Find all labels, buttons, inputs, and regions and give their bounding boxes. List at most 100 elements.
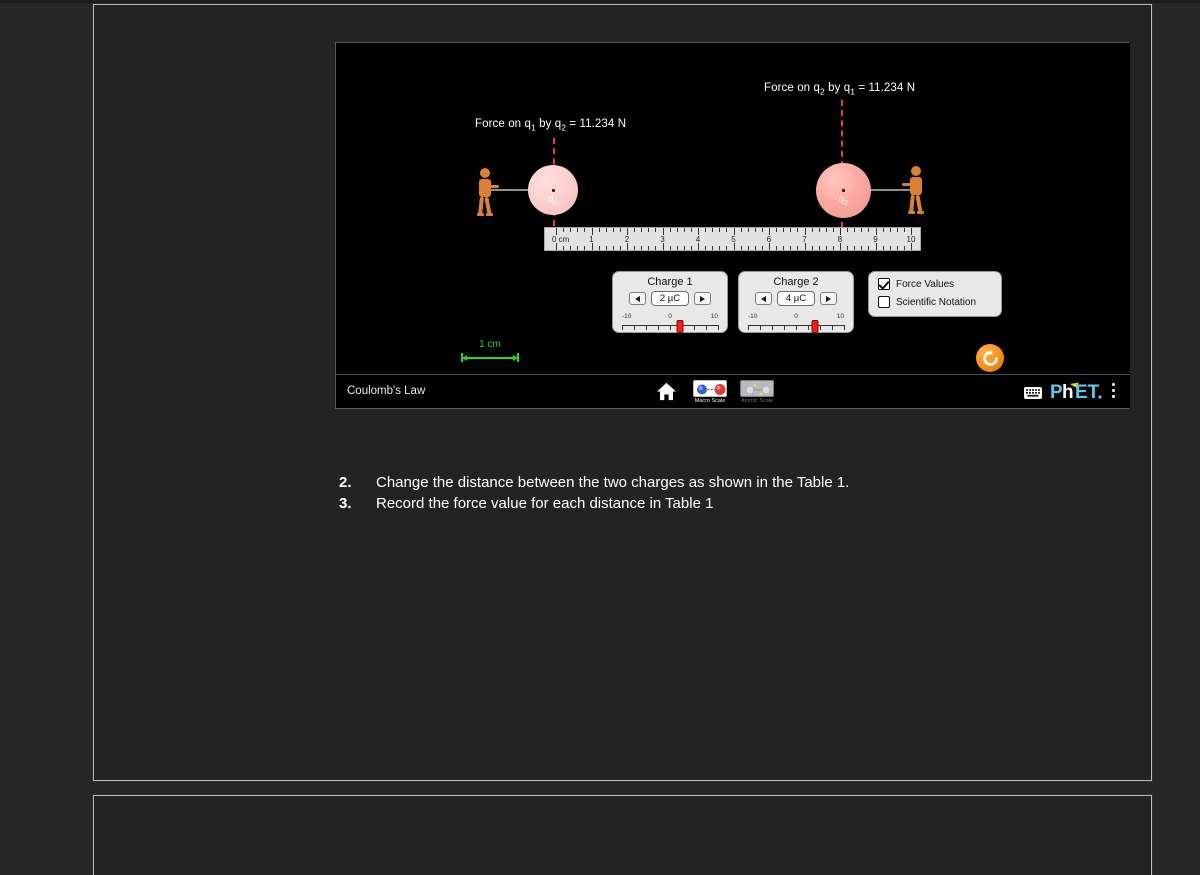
puller-foot-right: [486, 213, 493, 216]
ruler-label: 1: [589, 235, 594, 244]
ruler-tick-minor: [896, 246, 898, 250]
home-button[interactable]: [656, 382, 677, 406]
ruler-tick-major: [769, 228, 770, 235]
instruction-number: 3.: [339, 495, 352, 512]
scientific-notation-checkbox[interactable]: [878, 296, 890, 308]
charge-q1-label: q1: [528, 194, 578, 207]
menu-button[interactable]: [1112, 383, 1115, 401]
reset-all-button[interactable]: [976, 344, 1004, 372]
charge1-value[interactable]: 2 µC: [651, 291, 689, 306]
charge1-slider-center-label: 0: [668, 313, 672, 320]
tab-macro-scale[interactable]: Macro Scale: [693, 380, 727, 404]
ruler-tick-minor: [634, 246, 636, 250]
ruler-tick-minor: [868, 228, 870, 232]
puller-figure-left: [475, 168, 499, 216]
puller-foot-left: [477, 213, 484, 216]
ruler-tick-major: [698, 243, 699, 250]
ruler-tick-minor: [719, 246, 721, 250]
ruler-tick-minor: [854, 246, 856, 250]
ruler-tick-minor: [825, 246, 827, 250]
macro-scale-icon: [694, 381, 726, 396]
charge1-decrement-button[interactable]: [629, 292, 646, 305]
instructions-list: 2. Change the distance between the two c…: [339, 474, 1039, 516]
ruler-tick-minor: [861, 228, 863, 232]
charge2-slider[interactable]: -10 0 10: [748, 313, 845, 335]
ruler-tick-minor: [847, 228, 849, 232]
ruler-tick-minor: [868, 246, 870, 250]
ruler-tick-major: [662, 243, 664, 250]
instruction-text: Record the force value for each distance…: [376, 495, 714, 512]
checkbox-row-scientific-notation[interactable]: Scientific Notation: [878, 296, 1001, 308]
ruler-tick-minor: [563, 228, 565, 232]
simulation-stage[interactable]: Force on q1 by q2 = 11.234 N Force on q2…: [336, 43, 1130, 376]
ruler-tick-minor: [882, 228, 884, 232]
ruler-tick-minor: [761, 228, 763, 232]
puller-torso: [910, 177, 922, 195]
ruler-tick-minor: [705, 228, 707, 232]
atomic-scale-thumbnail: [740, 380, 774, 397]
ruler-tick-minor: [832, 228, 834, 232]
charge-center-dot: [551, 188, 555, 192]
charge2-slider-min-label: -10: [748, 313, 758, 320]
ruler-tick-minor: [676, 246, 678, 250]
ruler-tick-major: [627, 243, 628, 250]
display-options-panel[interactable]: Force Values Scientific Notation: [868, 271, 1002, 317]
ruler-tick-minor: [797, 228, 799, 232]
charge1-slider-thumb[interactable]: [676, 320, 684, 333]
ruler-tick-minor: [811, 246, 813, 250]
puller-head: [911, 166, 921, 176]
ruler-tick-minor: [570, 246, 572, 250]
checkbox-row-force-values[interactable]: Force Values: [878, 278, 1001, 290]
charge1-increment-button[interactable]: [694, 292, 711, 305]
ruler-tick-minor: [655, 246, 657, 250]
phet-logo[interactable]: P h ET: [1050, 381, 1104, 408]
charge2-increment-button[interactable]: [820, 292, 837, 305]
ruler-tick-minor: [790, 228, 792, 232]
force-label-on-q1: Force on q1 by q2 = 11.234 N: [475, 118, 626, 132]
slider-tick: [760, 325, 761, 330]
force-label-mid: by q: [824, 82, 851, 94]
ruler-tick-minor: [690, 246, 692, 250]
scientific-notation-label: Scientific Notation: [896, 296, 977, 308]
ruler-label: 5: [731, 235, 736, 244]
pull-rope-left: [491, 189, 531, 191]
ruler-tick-major: [698, 228, 699, 235]
force-values-checkbox[interactable]: [878, 278, 890, 290]
puller-arm: [902, 183, 912, 186]
slider-tick: [622, 325, 623, 330]
charge2-slider-thumb[interactable]: [811, 320, 819, 333]
ruler-tick-minor: [754, 228, 756, 232]
charge-q2[interactable]: q2: [816, 163, 871, 218]
ruler-tick-minor: [598, 246, 600, 250]
ruler-tick-major: [804, 228, 806, 235]
keyboard-shortcuts-button[interactable]: [1024, 386, 1042, 404]
charge1-panel[interactable]: Charge 1 2 µC -10 0 10: [612, 271, 728, 333]
slider-tick: [694, 325, 695, 330]
puller-arm: [489, 185, 499, 188]
scale-bar-arrow-left: [462, 354, 467, 361]
ruler-label: 2: [624, 235, 630, 244]
simulation-title: Coulomb's Law: [347, 385, 426, 397]
slider-tick: [670, 325, 671, 330]
charge-q1[interactable]: q1: [528, 165, 578, 215]
charge2-value[interactable]: 4 µC: [777, 291, 815, 306]
ruler-tick-major: [556, 228, 557, 235]
ruler-tick-minor: [889, 228, 891, 232]
home-icon: [657, 382, 676, 401]
tab-atomic-scale[interactable]: Atomic Scale: [740, 380, 774, 404]
charge2-panel[interactable]: Charge 2 4 µC -10 0 10: [738, 271, 854, 333]
charge1-slider[interactable]: -10 0 10: [622, 313, 719, 335]
right-triangle-icon: [826, 295, 831, 302]
coulombs-law-simulation[interactable]: Force on q1 by q2 = 11.234 N Force on q2…: [335, 42, 1130, 409]
tab-atomic-scale-label: Atomic Scale: [740, 398, 774, 404]
puller-head: [480, 168, 490, 178]
ruler-label: 9: [873, 235, 878, 244]
charge2-decrement-button[interactable]: [755, 292, 772, 305]
ruler[interactable]: 0 cm 1 2 3 4 5 6 7 8 9 10: [544, 227, 921, 251]
ruler-tick-minor: [641, 228, 643, 232]
ruler-tick-minor: [619, 246, 621, 250]
keyboard-shortcuts-icon: [1024, 387, 1042, 399]
atomic-scale-icon: [741, 381, 773, 396]
ruler-tick-minor: [818, 246, 820, 250]
charge2-spinner: 4 µC: [739, 291, 853, 306]
